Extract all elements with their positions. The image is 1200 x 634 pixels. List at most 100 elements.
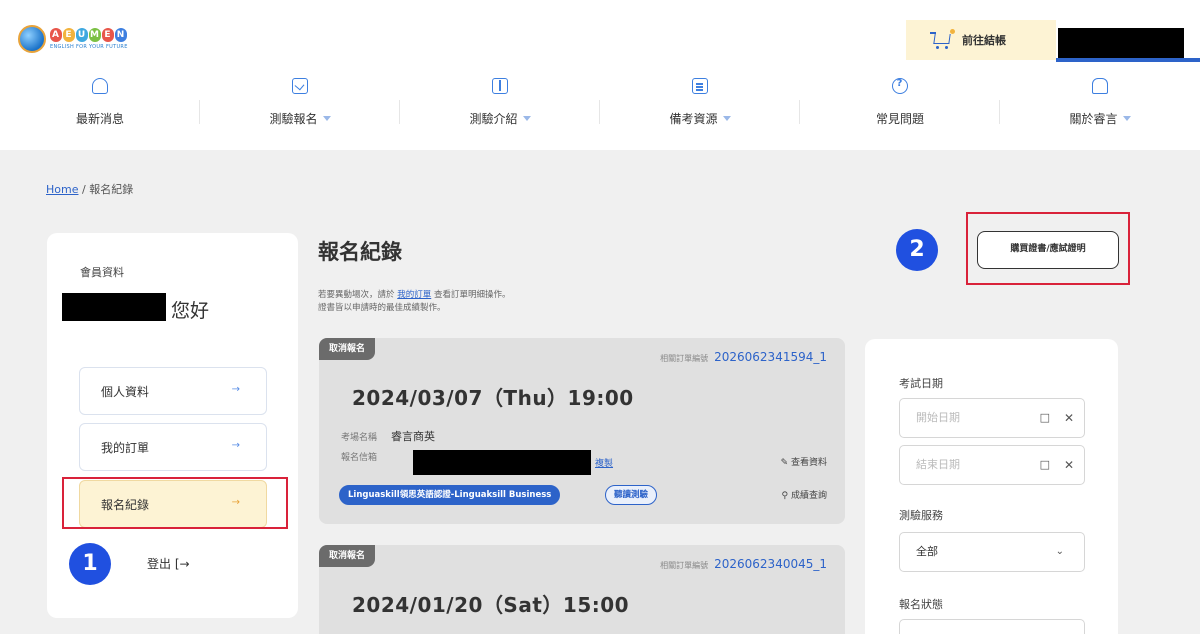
end-date-placeholder: 結束日期 — [916, 458, 960, 471]
order-number-label: 相關訂單編號 — [660, 354, 709, 363]
nav-item-news[interactable]: 最新消息 — [0, 76, 200, 136]
note-prefix: 若要異動場次，請於 — [318, 290, 395, 300]
site-header: AEUMEN ENGLISH FOR YOUR FUTURE 前往結帳 最新消息… — [0, 0, 1200, 150]
checkout-label: 前往結帳 — [962, 34, 1006, 47]
registration-record-card: 取消報名 相關訂單編號 2026062340045_1 2024/01/20（Sa… — [319, 545, 845, 634]
clear-icon[interactable]: ✕ — [1064, 399, 1074, 437]
page-title: 報名紀錄 — [318, 240, 402, 264]
step-badge-2: 2 — [896, 229, 938, 271]
note-line-2: 證書皆以申請時的最佳成績製作。 — [318, 303, 446, 313]
document-icon — [692, 78, 708, 94]
registration-record-card: 取消報名 相關訂單編號 2026062341594_1 2024/03/07（Th… — [319, 338, 845, 524]
exam-date-label: 考試日期 — [899, 377, 943, 390]
view-details-label: 查看資料 — [790, 458, 827, 468]
view-details-button[interactable]: ✎ 查看資料 — [781, 455, 827, 468]
service-label: 測驗服務 — [899, 509, 943, 522]
venue-label: 考場名稱 — [341, 433, 378, 443]
nav-item-about[interactable]: 關於睿言 — [1000, 76, 1200, 136]
cart-icon — [930, 29, 955, 49]
end-date-input[interactable]: 結束日期 □ ✕ — [899, 445, 1085, 485]
question-circle-icon — [892, 78, 908, 94]
order-number: 相關訂單編號 2026062340045_1 — [660, 557, 827, 571]
breadcrumb-separator: / — [81, 183, 86, 196]
order-number: 相關訂單編號 2026062341594_1 — [660, 350, 827, 364]
clear-icon[interactable]: ✕ — [1064, 446, 1074, 484]
sidebar-title: 會員資料 — [80, 266, 124, 279]
nav-label-resources: 備考資源 — [669, 112, 718, 126]
service-select[interactable]: 全部 ⌄ — [899, 532, 1085, 572]
exam-datetime: 2024/03/07（Thu）19:00 — [352, 386, 634, 410]
pencil-icon: ✎ — [780, 458, 789, 468]
account-underline — [1056, 58, 1200, 62]
sidebar-item-label: 我的訂單 — [101, 440, 150, 455]
logo-wordmark: AEUMEN — [50, 28, 128, 42]
calendar-icon[interactable]: □ — [1040, 399, 1050, 437]
email-row: 報名信箱 — [341, 450, 377, 463]
breadcrumb-home-link[interactable]: Home — [46, 183, 78, 196]
nav-label-exam-intro: 測驗介紹 — [469, 112, 518, 126]
checkout-button[interactable]: 前往結帳 — [906, 20, 1056, 60]
status-label: 報名狀態 — [899, 598, 943, 611]
nav-label-exam-registration: 測驗報名 — [269, 112, 318, 126]
status-select[interactable] — [899, 619, 1085, 634]
logo-tagline: ENGLISH FOR YOUR FUTURE — [50, 44, 128, 50]
nav-label-about: 關於睿言 — [1069, 112, 1118, 126]
logout-link[interactable]: 登出 [→ — [147, 555, 190, 572]
nav-item-exam-registration[interactable]: 測驗報名 — [200, 76, 400, 136]
nav-item-exam-intro[interactable]: 測驗介紹 — [400, 76, 600, 136]
nav-label-news: 最新消息 — [75, 112, 124, 126]
exam-type-tag: 聽讀測驗 — [605, 485, 658, 505]
sidebar-item-orders[interactable]: 我的訂單 → — [79, 423, 267, 471]
nav-label-faq: 常見問題 — [875, 112, 924, 126]
filter-panel: 考試日期 開始日期 □ ✕ 結束日期 □ ✕ 測驗服務 全部 ⌄ 報名狀態 — [865, 339, 1118, 634]
service-selected-value: 全部 — [916, 545, 938, 558]
caret-down-icon — [322, 116, 331, 121]
status-badge: 取消報名 — [319, 338, 376, 360]
score-lookup-label: 成績查詢 — [790, 491, 827, 501]
note-suffix: 查看訂單明細操作。 — [433, 290, 511, 300]
sidebar-item-profile[interactable]: 個人資料 → — [79, 367, 267, 415]
breadcrumb-current: 報名紀錄 — [89, 183, 134, 196]
site-logo[interactable]: AEUMEN ENGLISH FOR YOUR FUTURE — [18, 25, 128, 53]
order-number-value[interactable]: 2026062341594_1 — [714, 350, 827, 364]
member-greeting: 您好 — [171, 300, 210, 322]
score-lookup-button[interactable]: ⚲ 成績查詢 — [782, 488, 827, 501]
page-note: 若要異動場次，請於 我的訂單 查看訂單明細操作。 證書皆以申請時的最佳成績製作。 — [318, 289, 510, 315]
main-nav: 最新消息 測驗報名 測驗介紹 備考資源 常見問題 關於睿言 — [0, 76, 1200, 136]
search-icon: ⚲ — [781, 491, 789, 501]
exam-name-tag: Linguaskill領思英語認證-Linguaksill Business — [339, 485, 561, 505]
globe-icon — [18, 25, 46, 53]
chevron-down-icon: ⌄ — [1055, 546, 1064, 557]
order-number-label: 相關訂單編號 — [660, 561, 709, 570]
my-orders-link[interactable]: 我的訂單 — [397, 290, 431, 300]
start-date-placeholder: 開始日期 — [916, 411, 960, 424]
highlight-box-registration-records — [62, 477, 288, 529]
email-label: 報名信箱 — [341, 453, 378, 463]
highlight-box-buy-certificate — [966, 212, 1130, 285]
caret-down-icon — [722, 116, 731, 121]
order-number-value[interactable]: 2026062340045_1 — [714, 557, 827, 571]
clipboard-check-icon — [292, 78, 308, 94]
redacted-member-name — [62, 293, 166, 321]
bell-plus-icon — [92, 78, 108, 94]
breadcrumb: Home / 報名紀錄 — [46, 181, 133, 197]
arrow-right-icon: → — [231, 440, 240, 451]
redacted-account-name — [1058, 28, 1184, 58]
caret-down-icon — [522, 116, 531, 121]
nav-item-faq[interactable]: 常見問題 — [800, 76, 1000, 136]
redacted-email — [413, 450, 591, 475]
start-date-input[interactable]: 開始日期 □ ✕ — [899, 398, 1085, 438]
step-badge-1: 1 — [69, 543, 111, 585]
venue-value: 睿言商英 — [391, 430, 436, 443]
arrow-right-icon: → — [231, 384, 240, 395]
calendar-icon[interactable]: □ — [1040, 446, 1050, 484]
copy-email-link[interactable]: 複製 — [595, 456, 613, 469]
nav-item-resources[interactable]: 備考資源 — [600, 76, 800, 136]
book-icon — [492, 78, 508, 94]
exam-datetime: 2024/01/20（Sat）15:00 — [352, 593, 630, 617]
status-badge: 取消報名 — [319, 545, 376, 567]
sidebar-item-label: 個人資料 — [101, 384, 150, 399]
caret-down-icon — [1122, 116, 1131, 121]
building-icon — [1092, 78, 1108, 94]
venue-row: 考場名稱 睿言商英 — [341, 428, 435, 444]
